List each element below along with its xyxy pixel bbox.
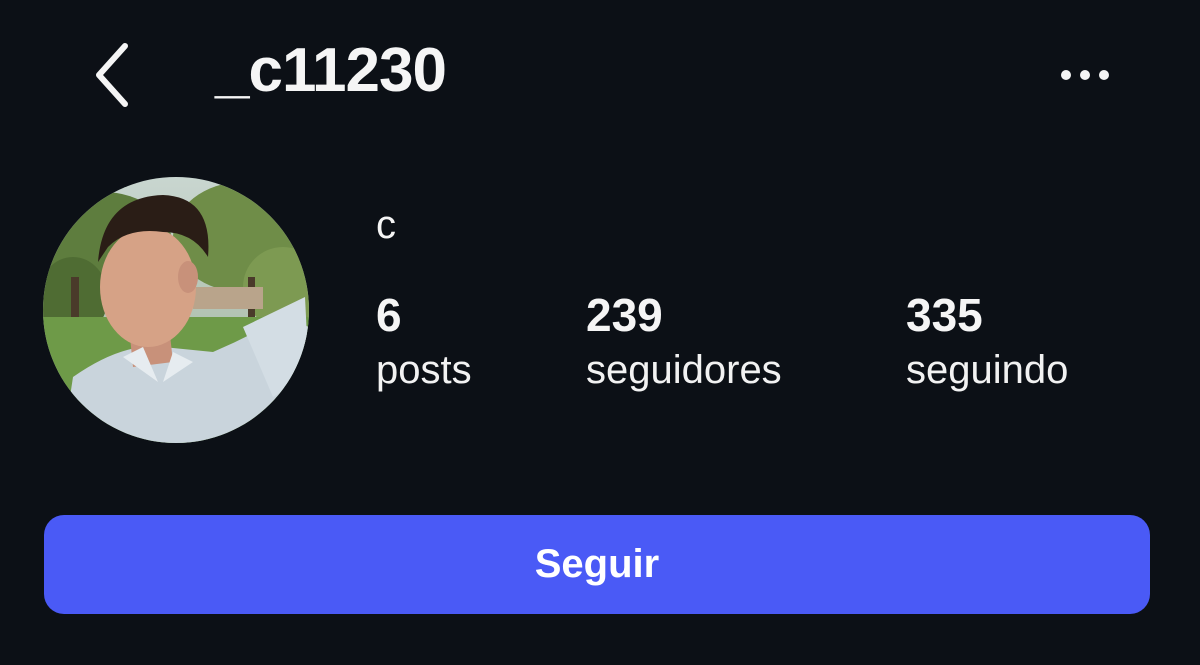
chevron-left-icon (96, 43, 128, 107)
following-value: 335 (906, 289, 983, 341)
back-button[interactable] (68, 20, 158, 130)
more-options-button[interactable] (1025, 20, 1145, 130)
following-label: seguindo (906, 348, 1069, 392)
posts-value: 6 (376, 289, 402, 341)
posts-label: posts (376, 348, 472, 392)
following-count[interactable]: 335 seguindo (906, 292, 1068, 390)
display-name: c (376, 203, 396, 247)
followers-count[interactable]: 239 seguidores (586, 292, 782, 390)
followers-label: seguidores (586, 348, 782, 392)
follow-button[interactable]: Seguir (44, 515, 1150, 614)
profile-photo (43, 177, 309, 443)
profile-username: _c11230 (215, 36, 447, 105)
followers-value: 239 (586, 289, 663, 341)
profile-screen: _c11230 c 6 posts 239 seguidores 335 seg… (0, 0, 1200, 665)
posts-count[interactable]: 6 posts (376, 292, 472, 390)
more-horizontal-icon (1061, 70, 1109, 80)
avatar[interactable] (43, 177, 309, 443)
